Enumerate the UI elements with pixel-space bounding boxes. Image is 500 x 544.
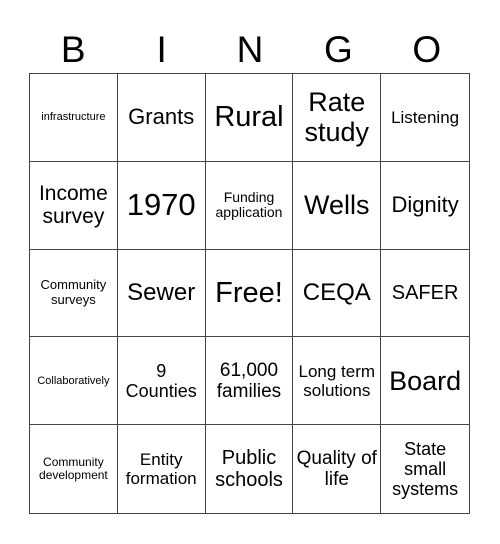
header-letter-g: G (323, 29, 353, 70)
bingo-cell[interactable]: 61,000 families (205, 337, 294, 426)
bingo-cell[interactable]: Income survey (30, 161, 118, 250)
bingo-cell[interactable]: CEQA (293, 249, 382, 338)
bingo-cell[interactable]: Sewer (117, 249, 206, 338)
free-space-cell[interactable]: Free! (205, 249, 294, 338)
bingo-cell[interactable]: Listening (381, 74, 469, 162)
bingo-cell[interactable]: SAFER (381, 250, 469, 338)
bingo-cell[interactable]: Community development (30, 425, 118, 513)
header-letter-o: O (412, 29, 442, 70)
bingo-cell[interactable]: Entity formation (118, 425, 206, 513)
bingo-cell[interactable]: Public schools (206, 425, 294, 513)
bingo-cell[interactable]: Community surveys (30, 249, 118, 338)
bingo-grid: infrastructure Grants Rural Rate study L… (29, 73, 470, 514)
bingo-cell[interactable]: Rate study (293, 74, 382, 162)
bingo-cell[interactable]: infrastructure (30, 74, 118, 162)
bingo-cell[interactable]: 1970 (117, 161, 206, 250)
bingo-cell[interactable]: Rural (205, 74, 294, 162)
header-letter-b: B (60, 29, 86, 70)
bingo-cell[interactable]: 9 Counties (117, 337, 206, 426)
bingo-cell[interactable]: Board (381, 337, 469, 426)
bingo-cell[interactable]: Wells (293, 161, 382, 250)
bingo-cell[interactable]: Dignity (381, 162, 469, 250)
bingo-cell[interactable]: Funding application (205, 161, 294, 250)
bingo-cell[interactable]: Quality of life (293, 425, 382, 513)
bingo-cell[interactable]: Grants (117, 74, 206, 162)
header-letter-i: I (156, 29, 167, 70)
header-letter-n: N (236, 29, 264, 70)
bingo-header: B I N G O (29, 28, 471, 72)
bingo-cell[interactable]: State small systems (381, 425, 469, 513)
bingo-cell[interactable]: Collaboratively (30, 337, 118, 426)
bingo-cell[interactable]: Long term solutions (293, 337, 382, 426)
